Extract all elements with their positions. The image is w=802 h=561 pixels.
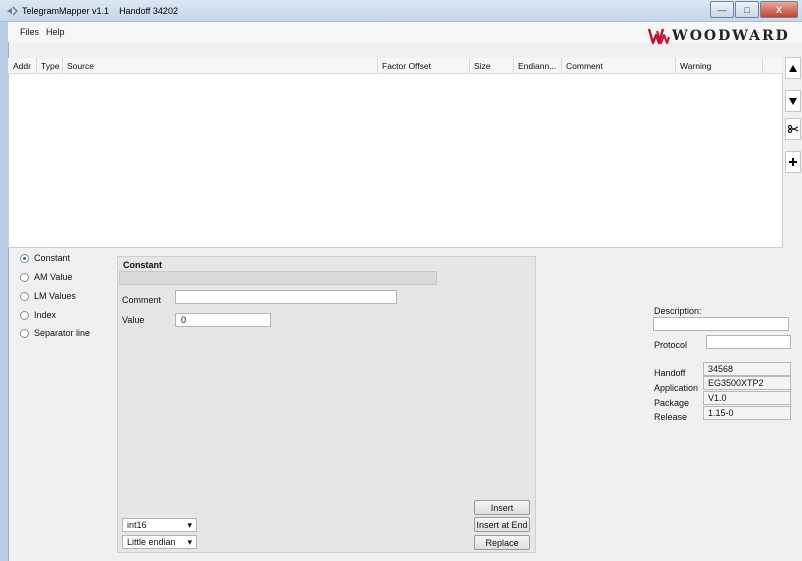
- close-icon: X: [775, 4, 782, 15]
- column-divider[interactable]: [513, 58, 514, 74]
- radio-label: Index: [34, 310, 57, 320]
- radio-am-value[interactable]: AM Value: [20, 272, 72, 282]
- data-type-select[interactable]: int16 ▾: [122, 518, 197, 532]
- app-icon: [7, 6, 18, 16]
- move-down-button[interactable]: [785, 90, 801, 112]
- maximize-button[interactable]: □: [735, 1, 759, 18]
- value-label: Value: [122, 315, 145, 325]
- column-header-type[interactable]: Type: [41, 61, 59, 71]
- value-input[interactable]: 0: [175, 313, 271, 327]
- radio-separator-line[interactable]: Separator line: [20, 328, 90, 338]
- column-divider[interactable]: [377, 58, 378, 74]
- insert-at-end-button[interactable]: Insert at End: [474, 517, 530, 532]
- document-title: Handoff 34202: [119, 6, 178, 16]
- maximize-icon: □: [744, 4, 750, 15]
- application-value: EG3500XTP2: [703, 376, 791, 390]
- column-divider[interactable]: [675, 58, 676, 74]
- radio-label: Separator line: [34, 328, 91, 338]
- menu-help[interactable]: Help: [46, 27, 65, 37]
- column-header-size[interactable]: Size: [474, 61, 491, 71]
- application-label: Application: [654, 383, 699, 393]
- insert-button[interactable]: Insert: [474, 500, 530, 515]
- window-controls: — □ X: [709, 1, 798, 18]
- radio-lm-values[interactable]: LM Values: [20, 291, 76, 301]
- woodward-logo: WOODWARD: [648, 26, 790, 46]
- column-header-source[interactable]: Source: [67, 61, 94, 71]
- radio-icon: [20, 310, 29, 320]
- radio-constant[interactable]: Constant: [20, 253, 70, 263]
- comment-label: Comment: [122, 295, 162, 305]
- release-value: 1.15-0: [703, 406, 791, 420]
- radio-label: LM Values: [34, 291, 76, 301]
- window-title: TelegramMapper v1.1 Handoff 34202: [22, 6, 178, 16]
- radio-icon: [20, 328, 29, 338]
- release-label: Release: [654, 412, 688, 422]
- description-label: Description:: [654, 306, 702, 316]
- column-divider[interactable]: [469, 58, 470, 74]
- close-button[interactable]: X: [760, 1, 798, 18]
- scissors-icon: [788, 125, 798, 133]
- radio-icon: [20, 291, 29, 301]
- woodward-logo-icon: [648, 28, 670, 45]
- move-up-button[interactable]: [785, 57, 801, 79]
- constant-panel-title: Constant: [123, 260, 162, 270]
- radio-selected-icon: [20, 253, 29, 263]
- column-divider[interactable]: [62, 58, 63, 74]
- minimize-button[interactable]: —: [710, 1, 734, 18]
- protocol-label: Protocol: [654, 340, 688, 350]
- move-up-icon: [789, 64, 797, 72]
- endianness-select[interactable]: Little endian ▾: [122, 535, 197, 549]
- column-divider[interactable]: [36, 58, 37, 74]
- column-header-addr[interactable]: Addr: [13, 61, 31, 71]
- column-header-endianness[interactable]: Endiann...: [518, 61, 556, 71]
- protocol-input[interactable]: [706, 335, 791, 349]
- add-icon: [789, 158, 797, 166]
- mapping-table[interactable]: [8, 58, 783, 248]
- radio-index[interactable]: Index: [20, 310, 56, 320]
- constant-info-bar: [119, 271, 437, 285]
- chevron-down-icon: ▾: [187, 519, 192, 530]
- package-label: Package: [654, 398, 690, 408]
- radio-label: Constant: [34, 253, 71, 263]
- move-down-icon: [789, 97, 797, 105]
- data-type-value: int16: [127, 520, 147, 530]
- column-header-factor-offset[interactable]: Factor Offset: [382, 61, 431, 71]
- radio-icon: [20, 272, 29, 282]
- app-title: TelegramMapper v1.1: [22, 6, 110, 16]
- endianness-value: Little endian: [127, 537, 176, 547]
- radio-label: AM Value: [34, 272, 73, 282]
- column-divider[interactable]: [762, 58, 763, 74]
- logo-text: WOODWARD: [672, 28, 790, 44]
- description-input[interactable]: [653, 317, 789, 331]
- menu-files[interactable]: Files: [20, 27, 39, 37]
- chevron-down-icon: ▾: [187, 536, 192, 547]
- package-value: V1.0: [703, 391, 791, 405]
- cut-button[interactable]: [785, 118, 801, 140]
- column-divider[interactable]: [561, 58, 562, 74]
- column-header-comment[interactable]: Comment: [566, 61, 603, 71]
- replace-button[interactable]: Replace: [474, 535, 530, 550]
- handoff-value: 34568: [703, 362, 791, 376]
- add-button[interactable]: [785, 151, 801, 173]
- column-header-warning[interactable]: Warning: [680, 61, 711, 71]
- comment-input[interactable]: [175, 290, 397, 304]
- minimize-icon: —: [717, 4, 727, 15]
- handoff-label: Handoff: [654, 368, 686, 378]
